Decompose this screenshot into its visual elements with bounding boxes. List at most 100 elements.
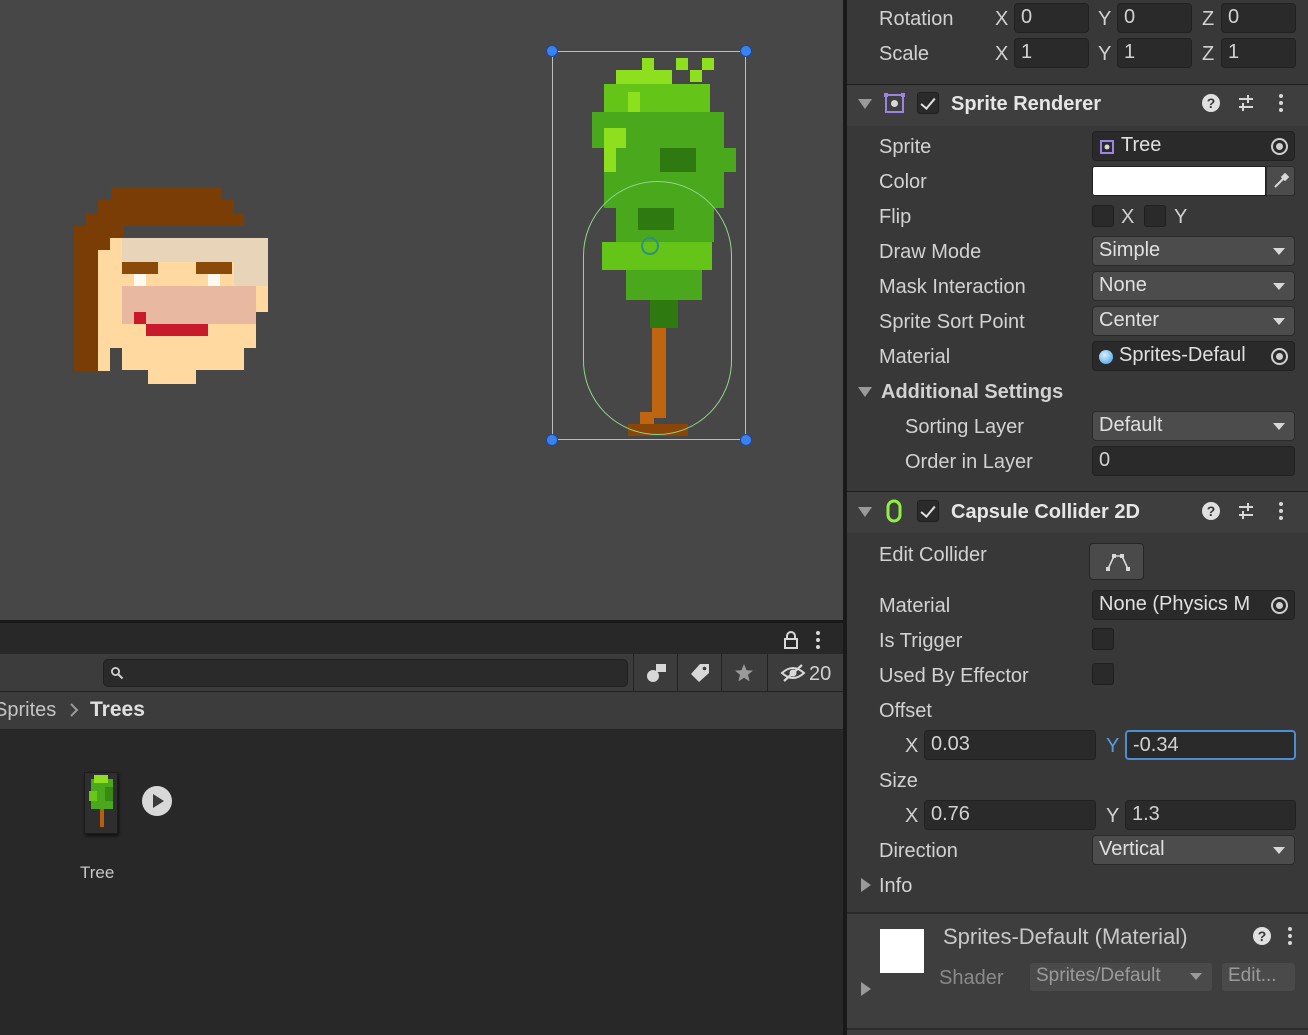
eyedropper-button[interactable] [1266, 166, 1295, 196]
search-by-label-button[interactable] [677, 654, 721, 692]
offset-y-field[interactable]: -0.34 [1125, 730, 1296, 760]
direction-label: Direction [879, 840, 958, 862]
lock-icon[interactable] [783, 631, 799, 649]
rotation-z-field[interactable]: 0 [1221, 3, 1296, 33]
favorites-button[interactable] [721, 654, 765, 692]
size-y-field[interactable]: 1.3 [1125, 800, 1296, 830]
object-picker-icon[interactable] [1271, 597, 1288, 614]
component-menu-icon[interactable] [1279, 94, 1283, 114]
scale-z-field[interactable]: 1 [1221, 38, 1296, 68]
size-x-field[interactable]: 0.76 [924, 800, 1096, 830]
rect-handle-top-right[interactable] [740, 45, 752, 57]
help-icon[interactable]: ? [1202, 502, 1220, 520]
pivot-gizmo[interactable] [641, 237, 659, 255]
info-label[interactable]: Info [879, 875, 912, 898]
panel-menu-icon[interactable] [813, 630, 823, 650]
draw-mode-dropdown[interactable]: Simple [1092, 236, 1295, 266]
sprite-sort-point-value: Center [1099, 309, 1160, 331]
rotation-y-field[interactable]: 0 [1117, 3, 1192, 33]
scene-view[interactable] [0, 0, 843, 620]
breadcrumb-item-sprites[interactable]: Sprites [0, 699, 56, 722]
sorting-layer-dropdown[interactable]: Default [1092, 411, 1295, 441]
rect-handle-bottom-left[interactable] [546, 434, 558, 446]
edit-collider-icon [1106, 554, 1130, 571]
search-input[interactable] [103, 659, 628, 687]
info-foldout-arrow[interactable] [861, 878, 871, 892]
inspector-bottom-divider [847, 1028, 1308, 1030]
project-toolbar: 20 [0, 654, 843, 692]
edit-shader-button[interactable]: Edit... [1222, 963, 1295, 991]
collider-material-field[interactable]: None (Physics M [1092, 590, 1295, 620]
collider-material-value: None (Physics M [1099, 593, 1251, 615]
presets-icon[interactable] [1237, 94, 1255, 112]
dropdown-caret-icon [1190, 973, 1202, 980]
size-label: Size [879, 770, 918, 792]
edit-collider-button[interactable] [1089, 543, 1144, 580]
rotation-z-label[interactable]: Z [1202, 8, 1214, 31]
rotation-x-label[interactable]: X [995, 8, 1008, 31]
sprite-field[interactable]: Tree [1092, 131, 1295, 161]
flip-label: Flip [879, 206, 912, 228]
search-by-type-button[interactable] [633, 654, 677, 692]
shader-dropdown[interactable]: Sprites/Default [1030, 963, 1212, 991]
presets-icon[interactable] [1237, 502, 1255, 520]
size-x-label[interactable]: X [905, 805, 918, 828]
flip-y-checkbox[interactable] [1144, 205, 1166, 227]
eyedropper-icon [1274, 173, 1289, 188]
rect-handle-top-left[interactable] [546, 45, 558, 57]
rotation-x-field[interactable]: 0 [1014, 3, 1089, 33]
used-by-effector-checkbox[interactable] [1092, 663, 1114, 685]
offset-label: Offset [879, 700, 932, 722]
size-y-label[interactable]: Y [1106, 805, 1119, 828]
is-trigger-checkbox[interactable] [1092, 628, 1114, 650]
collider-material-label: Material [879, 595, 951, 617]
mask-interaction-dropdown[interactable]: None [1092, 271, 1295, 301]
tree-asset-thumbnail[interactable] [84, 772, 118, 834]
order-in-layer-label: Order in Layer [905, 451, 1033, 473]
color-swatch[interactable] [1092, 166, 1266, 196]
material-field[interactable]: Sprites-Defaul [1092, 341, 1295, 371]
capsule-collider-foldout-arrow[interactable] [858, 507, 872, 517]
material-label: Material [879, 346, 951, 368]
help-icon[interactable]: ? [1202, 94, 1220, 112]
dropdown-caret-icon [1273, 248, 1285, 255]
scale-label: Scale [879, 43, 930, 65]
hidden-packages-count: 20 [809, 663, 832, 685]
offset-x-field[interactable]: 0.03 [924, 730, 1096, 760]
sprite-sort-point-dropdown[interactable]: Center [1092, 306, 1295, 336]
component-menu-icon[interactable] [1279, 502, 1283, 522]
help-icon[interactable]: ? [1253, 927, 1271, 945]
material-menu-icon[interactable] [1288, 927, 1292, 947]
scale-x-field[interactable]: 1 [1014, 38, 1089, 68]
offset-y-label[interactable]: Y [1106, 735, 1119, 758]
additional-settings-foldout-arrow[interactable] [858, 387, 872, 397]
rect-handle-bottom-right[interactable] [740, 434, 752, 446]
capsule-collider-enabled-checkbox[interactable] [917, 500, 939, 522]
offset-x-label[interactable]: X [905, 735, 918, 758]
mask-interaction-value: None [1099, 274, 1147, 296]
scale-y-label[interactable]: Y [1098, 43, 1111, 66]
scale-x-label[interactable]: X [995, 43, 1008, 66]
tree-thumbnail-icon [89, 775, 113, 827]
rotation-y-label[interactable]: Y [1098, 8, 1111, 31]
draw-mode-label: Draw Mode [879, 241, 982, 263]
hidden-packages-toggle[interactable] [767, 654, 843, 692]
order-in-layer-field[interactable]: 0 [1092, 446, 1295, 476]
edit-collider-label: Edit Collider [879, 544, 987, 566]
object-picker-icon[interactable] [1271, 138, 1288, 155]
direction-dropdown[interactable]: Vertical [1092, 835, 1295, 865]
play-preview-button[interactable] [142, 786, 172, 816]
object-picker-icon[interactable] [1271, 348, 1288, 365]
material-foldout-arrow[interactable] [861, 982, 871, 996]
flip-x-checkbox[interactable] [1092, 205, 1114, 227]
sprite-renderer-foldout-arrow[interactable] [858, 99, 872, 109]
breadcrumb-item-trees[interactable]: Trees [90, 698, 145, 722]
sprite-renderer-enabled-checkbox[interactable] [917, 92, 939, 114]
additional-settings-label[interactable]: Additional Settings [881, 381, 1063, 404]
scale-y-field[interactable]: 1 [1117, 38, 1192, 68]
flip-x-label: X [1121, 206, 1135, 228]
dropdown-caret-icon [1273, 847, 1285, 854]
capsule-collider-gizmo [583, 181, 732, 435]
asset-label-tree[interactable]: Tree [80, 863, 114, 883]
scale-z-label[interactable]: Z [1202, 43, 1214, 66]
